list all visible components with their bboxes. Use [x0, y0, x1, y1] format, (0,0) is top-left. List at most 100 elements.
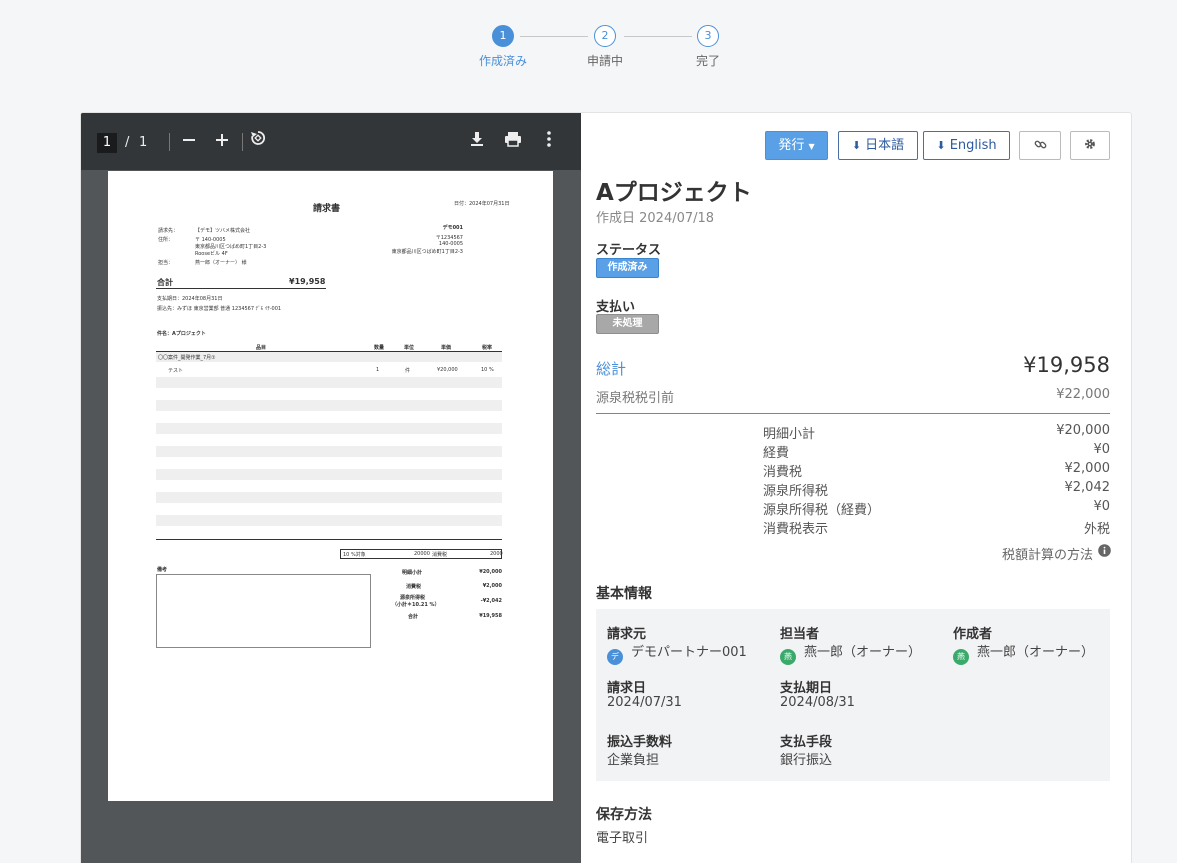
- doc-empty-row: [156, 469, 502, 480]
- tax-method-link[interactable]: 税額計算の方法: [1002, 544, 1093, 563]
- breakdown-value: ¥0: [1093, 442, 1110, 457]
- doc-person-name: 燕一郎（オーナー） 様: [195, 260, 247, 266]
- doc-remarks-box: [156, 574, 371, 648]
- doc-issuer-addr: 東京都品川区つばめ町1丁目2-3: [391, 249, 463, 255]
- doc-remarks-label: 備考: [157, 567, 168, 573]
- step-number: 1: [492, 25, 514, 47]
- transfer-fee-label: 振込手数料: [607, 735, 673, 750]
- pdf-page: 請求書 日付：2024年07月31日 請求先： 【デモ】ツバメ株式会社 住所： …: [108, 171, 553, 801]
- issue-dropdown-button[interactable]: 発行 ▼: [765, 131, 828, 160]
- doc-col-qty: 数量: [374, 345, 385, 351]
- doc-sum-value: ¥2,000: [482, 583, 502, 589]
- due-date-value: 2024/08/31: [780, 695, 855, 710]
- page-number-input[interactable]: 1: [97, 133, 117, 153]
- created-date: 作成日 2024/07/18: [596, 211, 715, 226]
- doc-tax-amount: 2000: [490, 551, 503, 557]
- zoom-out-icon[interactable]: [176, 129, 202, 155]
- breakdown-value: ¥20,000: [1056, 423, 1110, 438]
- download-english-button[interactable]: ⬇ English: [923, 131, 1010, 160]
- doc-empty-row: [156, 492, 502, 503]
- download-japanese-button[interactable]: ⬇ 日本語: [838, 131, 918, 160]
- invoice-card: 1 / 1 請求書 日付：2024年07月31日 請求先： 【デモ】ツバメ株式会…: [80, 112, 1132, 863]
- info-icon[interactable]: [1098, 544, 1111, 561]
- doc-col-tax: 税率: [482, 345, 493, 351]
- doc-tax-target-amount: 20000: [414, 551, 430, 557]
- creator-name: 燕一郎（オーナー）: [977, 645, 1095, 660]
- step-number: 3: [697, 25, 719, 47]
- invoice-date-value: 2024/07/31: [607, 695, 682, 710]
- pre-withholding-label: 源泉税税引前: [596, 391, 675, 406]
- zoom-in-icon[interactable]: [209, 129, 235, 155]
- step-label: 申請中: [586, 54, 623, 68]
- step-label: 作成済み: [478, 54, 527, 68]
- doc-sum-value: ¥19,958: [479, 613, 502, 619]
- doc-total-underline: [156, 288, 326, 289]
- step-applying: 2 申請中: [575, 25, 635, 69]
- doc-sum-label: 源泉所得税: [400, 595, 426, 601]
- download-icon: ⬇: [936, 139, 946, 152]
- doc-empty-row: [156, 515, 502, 526]
- doc-empty-row: [156, 400, 502, 411]
- grand-total-label: 総計: [596, 360, 627, 378]
- toolbar-divider: [169, 133, 170, 151]
- copy-link-button[interactable]: [1019, 131, 1061, 160]
- doc-total-value: ¥19,958: [289, 277, 326, 286]
- payment-badge: 未処理: [596, 314, 659, 334]
- doc-sum-value: -¥2,042: [480, 598, 502, 604]
- doc-issuer-name: デモ001: [442, 225, 463, 231]
- owner-value: 燕燕一郎（オーナー）: [780, 641, 921, 665]
- doc-group-label: 〇〇案件_開発作業_7月①: [158, 355, 216, 361]
- page-separator: /: [125, 135, 130, 150]
- requester-label: 請求元: [607, 627, 647, 642]
- doc-tax-label: 消費税: [432, 552, 448, 558]
- doc-sum-value: ¥20,000: [479, 569, 502, 575]
- doc-col-unit: 単位: [404, 345, 415, 351]
- owner-label: 担当者: [780, 627, 820, 642]
- doc-bank: 振込先：みずほ 東京営業部 普通 1234567 ﾃﾞﾓ ｲﾁ-001: [157, 306, 282, 312]
- pre-withholding-value: ¥22,000: [1056, 387, 1110, 402]
- step-created: 1 作成済み: [473, 25, 533, 69]
- grand-total-value: ¥19,958: [1023, 353, 1110, 377]
- breakdown-value: ¥2,000: [1064, 461, 1111, 476]
- progress-stepper: 1 作成済み 2 申請中 3 完了: [478, 25, 728, 70]
- step-complete: 3 完了: [678, 25, 738, 69]
- settings-button[interactable]: [1070, 131, 1110, 160]
- breakdown-label: 経費: [763, 446, 790, 461]
- page-total: 1: [139, 135, 148, 150]
- more-options-icon[interactable]: [536, 129, 562, 155]
- doc-to-name: 【デモ】ツバメ株式会社: [195, 228, 251, 234]
- issue-button-label: 発行: [778, 138, 805, 153]
- storage-method-value: 電子取引: [596, 831, 649, 846]
- doc-item-name: テスト: [168, 368, 184, 374]
- creator-label: 作成者: [953, 627, 993, 642]
- requester-value: デデモパートナー001: [607, 641, 747, 665]
- download-icon: ⬇: [851, 139, 862, 152]
- requester-name: デモパートナー001: [631, 645, 747, 660]
- basic-info-heading: 基本情報: [596, 586, 652, 602]
- doc-addr-3: Rooseビル 4F: [195, 251, 228, 257]
- creator-value: 燕燕一郎（オーナー）: [953, 641, 1094, 665]
- doc-col-item: 品目: [256, 345, 267, 351]
- link-icon: [1034, 138, 1047, 153]
- doc-person-label: 担当：: [158, 260, 174, 266]
- doc-subject: 件名：Aプロジェクト: [157, 331, 206, 337]
- status-badge: 作成済み: [596, 258, 659, 278]
- storage-method-heading: 保存方法: [596, 807, 652, 823]
- toolbar-divider: [242, 133, 243, 151]
- doc-sum-label: 消費税: [406, 584, 422, 590]
- payment-label: 支払い: [596, 300, 636, 315]
- pdf-viewer: 1 / 1 請求書 日付：2024年07月31日 請求先： 【デモ】ツバメ株式会…: [81, 113, 581, 863]
- rotate-icon[interactable]: [245, 129, 271, 155]
- avatar: デ: [607, 649, 623, 665]
- doc-to-label: 請求先：: [158, 228, 179, 234]
- doc-issuer-code: 140-0005: [438, 241, 463, 247]
- print-icon[interactable]: [500, 129, 526, 155]
- pdf-toolbar: 1 / 1: [81, 113, 581, 170]
- doc-title: 請求書: [313, 204, 341, 214]
- doc-addr-label: 住所：: [158, 237, 174, 243]
- breakdown-label: 消費税: [763, 465, 803, 480]
- avatar: 燕: [780, 649, 796, 665]
- download-icon[interactable]: [464, 129, 490, 155]
- due-date-label: 支払期日: [780, 681, 833, 696]
- payment-method-value: 銀行振込: [780, 753, 833, 768]
